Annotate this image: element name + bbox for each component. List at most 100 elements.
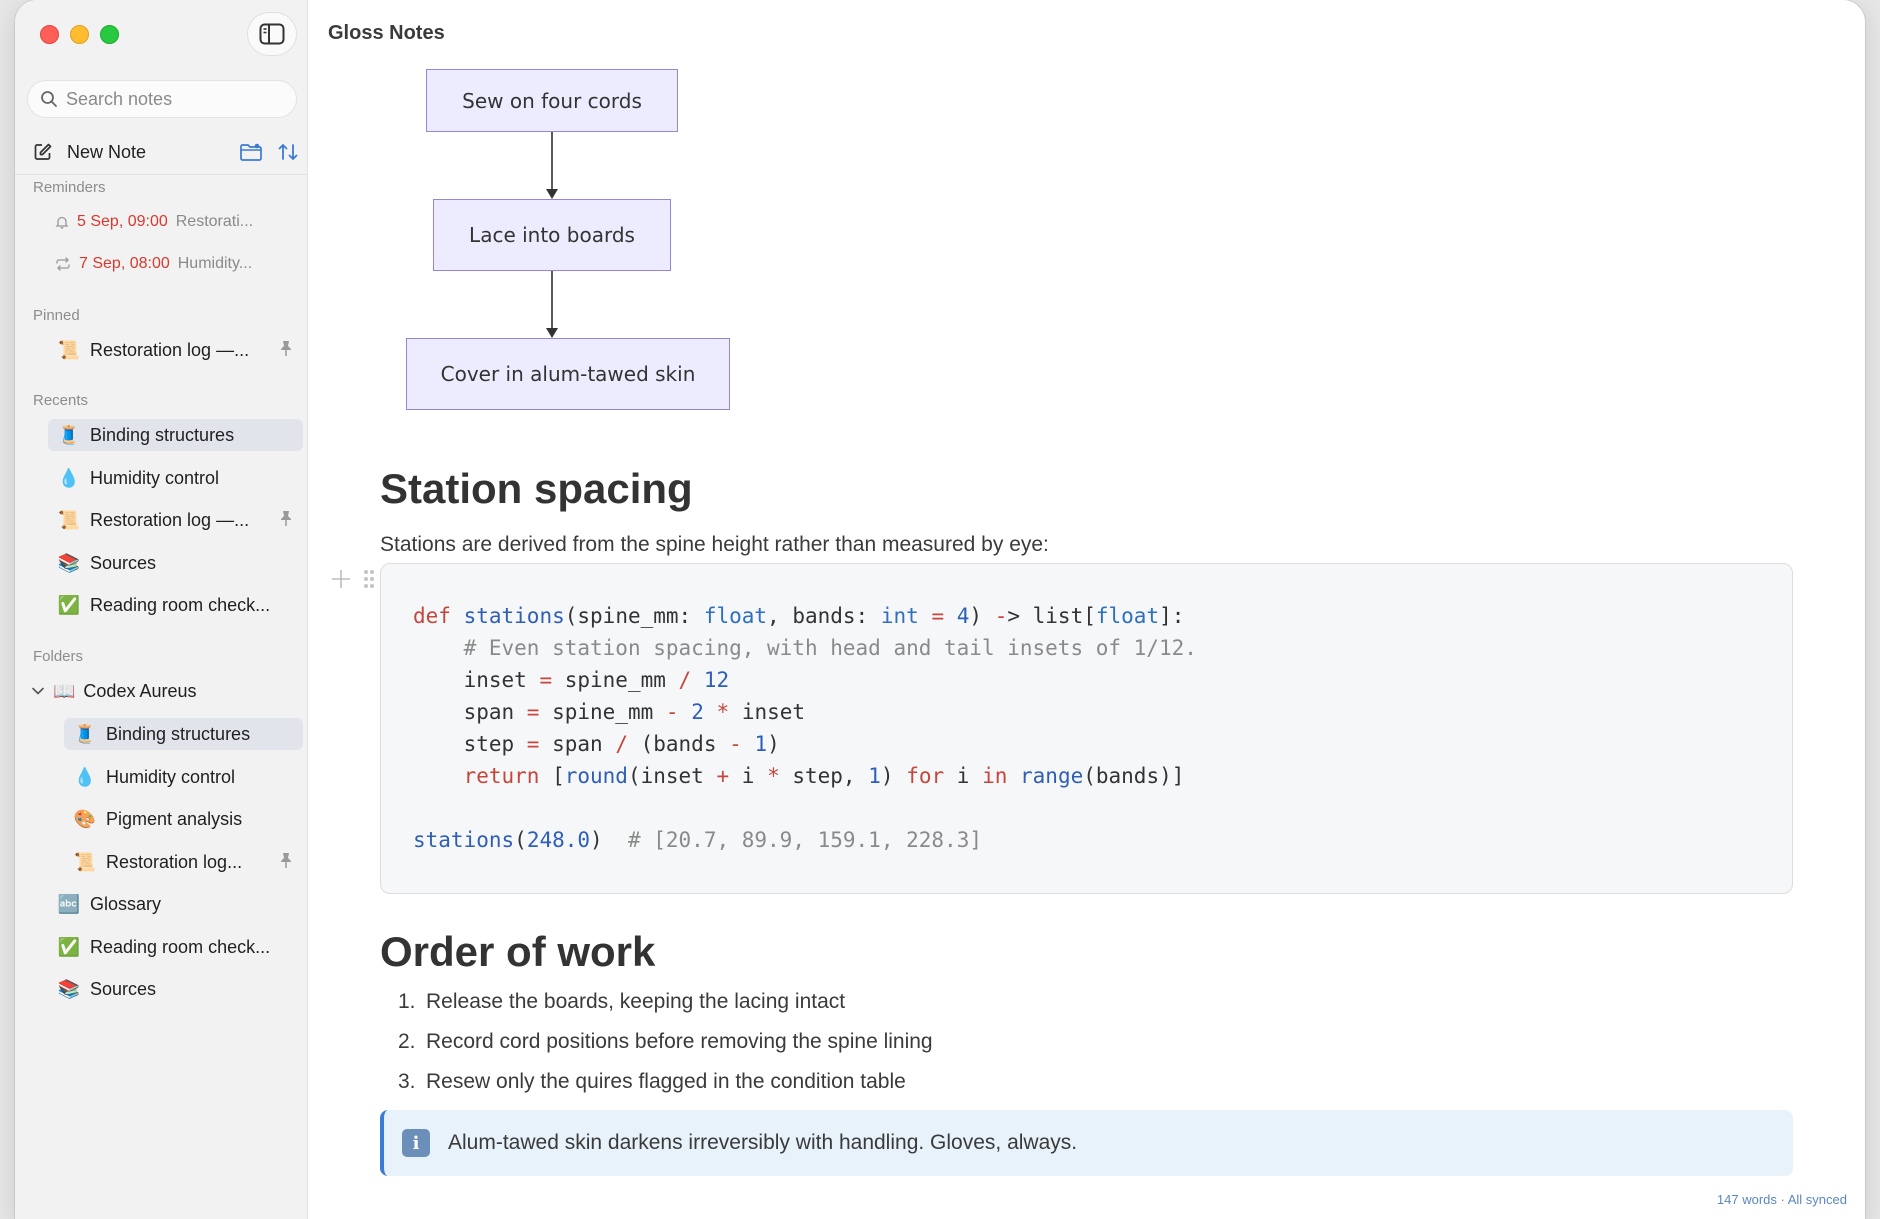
list-item: 1. Release the boards, keeping the lacing… bbox=[398, 990, 933, 1030]
app-window: New Note Reminders 5 Sep, 09:00 bbox=[15, 0, 1865, 1219]
note-label: Pigment analysis bbox=[106, 808, 243, 829]
scroll-icon: 📜 bbox=[57, 339, 81, 360]
flowchart-node[interactable]: Sew on four cords bbox=[426, 69, 678, 132]
search-input[interactable] bbox=[66, 88, 286, 110]
chevron-down-icon[interactable] bbox=[31, 686, 45, 696]
code-line: inset = spine_mm / 12 bbox=[413, 668, 730, 692]
recent-note-restoration-log[interactable]: 📜 Restoration log —... bbox=[48, 504, 303, 536]
recent-note-humidity-control[interactable]: 💧 Humidity control bbox=[48, 462, 303, 494]
check-mark-icon: ✅ bbox=[57, 594, 81, 615]
droplet-icon: 💧 bbox=[57, 467, 81, 488]
folder-note-binding-structures[interactable]: 🧵 Binding structures bbox=[64, 718, 303, 750]
sort-icon[interactable] bbox=[277, 142, 299, 162]
sidebar-toggle-button[interactable] bbox=[247, 12, 297, 56]
recents-heading: Recents bbox=[33, 392, 89, 409]
recent-note-reading-room-checklist[interactable]: ✅ Reading room check... bbox=[48, 589, 303, 621]
callout-text: Alum-tawed skin darkens irreversibly wit… bbox=[448, 1131, 1078, 1154]
section-heading: Order of work bbox=[380, 928, 656, 975]
status-bar: 147 words · All synced bbox=[1716, 1192, 1847, 1207]
note-label: Humidity control bbox=[90, 467, 220, 488]
code-line: def stations(spine_mm: float, bands: int… bbox=[413, 604, 1185, 628]
books-icon: 📚 bbox=[57, 552, 81, 573]
open-book-icon: 📖 bbox=[53, 680, 76, 701]
folder-note-restoration-log[interactable]: 📜 Restoration log... bbox=[64, 846, 303, 878]
list-item-text: Resew only the quires flagged in the con… bbox=[426, 1070, 906, 1093]
code-line: return [round(inset + i * step, 1) for i… bbox=[463, 764, 1185, 788]
books-icon: 📚 bbox=[57, 978, 81, 999]
folders-heading: Folders bbox=[33, 648, 84, 665]
flowchart-node[interactable]: Cover in alum-tawed skin bbox=[406, 338, 730, 410]
note-label: Restoration log... bbox=[106, 851, 243, 872]
droplet-icon: 💧 bbox=[73, 766, 97, 787]
compose-icon[interactable] bbox=[33, 142, 53, 162]
reminder-item[interactable]: 7 Sep, 08:00 Humidity... bbox=[55, 253, 252, 275]
drag-handle-icon[interactable] bbox=[362, 568, 376, 590]
new-note-button[interactable]: New Note bbox=[67, 142, 146, 163]
reminder-title: Restorati... bbox=[175, 213, 254, 230]
scroll-icon: 📜 bbox=[73, 851, 97, 872]
code-block[interactable]: def stations(spine_mm: float, bands: int… bbox=[380, 563, 1793, 894]
reminder-time: 5 Sep, 09:00 bbox=[77, 213, 168, 230]
search-icon bbox=[41, 91, 57, 107]
code-line: step = span / (bands - 1) bbox=[413, 732, 780, 756]
zoom-window-button[interactable] bbox=[100, 25, 119, 44]
note-label: Binding structures bbox=[90, 424, 235, 445]
note-label: Glossary bbox=[90, 893, 162, 914]
pin-icon bbox=[279, 852, 293, 875]
note-label: Sources bbox=[90, 552, 157, 573]
block-handles bbox=[330, 568, 376, 590]
add-block-icon[interactable] bbox=[330, 568, 352, 590]
note-label: Restoration log —... bbox=[90, 509, 250, 530]
note-label: Binding structures bbox=[106, 723, 251, 744]
reminder-time: 7 Sep, 08:00 bbox=[79, 255, 170, 272]
note-label: Reading room check... bbox=[90, 594, 271, 615]
thread-icon: 🧵 bbox=[73, 723, 97, 744]
minimize-window-button[interactable] bbox=[70, 25, 89, 44]
new-note-row: New Note bbox=[33, 140, 299, 164]
pinned-note-restoration-log[interactable]: 📜 Restoration log —... bbox=[48, 334, 303, 366]
note-label: Sources bbox=[90, 978, 157, 999]
list-item: 3. Resew only the quires flagged in the c… bbox=[398, 1070, 933, 1110]
section-heading: Station spacing bbox=[380, 465, 693, 512]
thread-icon: 🧵 bbox=[57, 424, 81, 445]
recent-note-binding-structures[interactable]: 🧵 Binding structures bbox=[48, 419, 303, 451]
pin-icon bbox=[279, 340, 293, 363]
pinned-heading: Pinned bbox=[33, 307, 80, 324]
folder-note-humidity-control[interactable]: 💧 Humidity control bbox=[64, 761, 303, 793]
abc-icon: 🔤 bbox=[57, 893, 81, 914]
code-line: # Even station spacing, with head and ta… bbox=[463, 636, 1197, 660]
paragraph: Stations are derived from the spine heig… bbox=[380, 533, 1049, 556]
search-bar[interactable] bbox=[27, 80, 297, 118]
reminder-item[interactable]: 5 Sep, 09:00 Restorati... bbox=[55, 211, 253, 233]
info-icon: i bbox=[402, 1129, 430, 1157]
scroll-icon: 📜 bbox=[57, 509, 81, 530]
repeat-icon bbox=[56, 257, 70, 271]
sidebar-toggle-icon bbox=[259, 23, 285, 45]
list-item-text: Record cord positions before removing th… bbox=[426, 1030, 933, 1053]
flowchart-node[interactable]: Lace into boards bbox=[433, 199, 671, 271]
info-callout: i Alum-tawed skin darkens irreversibly w… bbox=[380, 1110, 1793, 1176]
ordered-list: 1. Release the boards, keeping the lacing… bbox=[398, 990, 933, 1110]
recent-note-sources[interactable]: 📚 Sources bbox=[48, 547, 303, 579]
list-item-text: Release the boards, keeping the lacing i… bbox=[426, 990, 846, 1013]
folder-label: Codex Aureus bbox=[83, 680, 197, 701]
folder-note-pigment-analysis[interactable]: 🎨 Pigment analysis bbox=[64, 803, 303, 835]
note-label: Reading room check... bbox=[90, 936, 271, 957]
note-label: Restoration log —... bbox=[90, 339, 250, 360]
note-label: Humidity control bbox=[106, 766, 236, 787]
sidebar-divider bbox=[15, 174, 308, 175]
note-sources[interactable]: 📚 Sources bbox=[48, 973, 303, 1005]
bell-icon bbox=[55, 216, 69, 229]
pin-icon bbox=[279, 510, 293, 533]
code-line: span = spine_mm - 2 * inset bbox=[413, 700, 806, 724]
sidebar: New Note Reminders 5 Sep, 09:00 bbox=[15, 0, 308, 1219]
new-folder-icon[interactable] bbox=[239, 142, 263, 162]
list-item: 2. Record cord positions before removing … bbox=[398, 1030, 933, 1070]
note-reading-room-checklist[interactable]: ✅ Reading room check... bbox=[48, 931, 303, 963]
note-editor[interactable]: Gloss Notes Sew on four cords Lace into … bbox=[308, 0, 1865, 1219]
check-mark-icon: ✅ bbox=[57, 936, 81, 957]
close-window-button[interactable] bbox=[40, 25, 59, 44]
folder-codex-aureus[interactable]: 📖 Codex Aureus bbox=[31, 677, 197, 705]
note-glossary[interactable]: 🔤 Glossary bbox=[48, 888, 303, 920]
